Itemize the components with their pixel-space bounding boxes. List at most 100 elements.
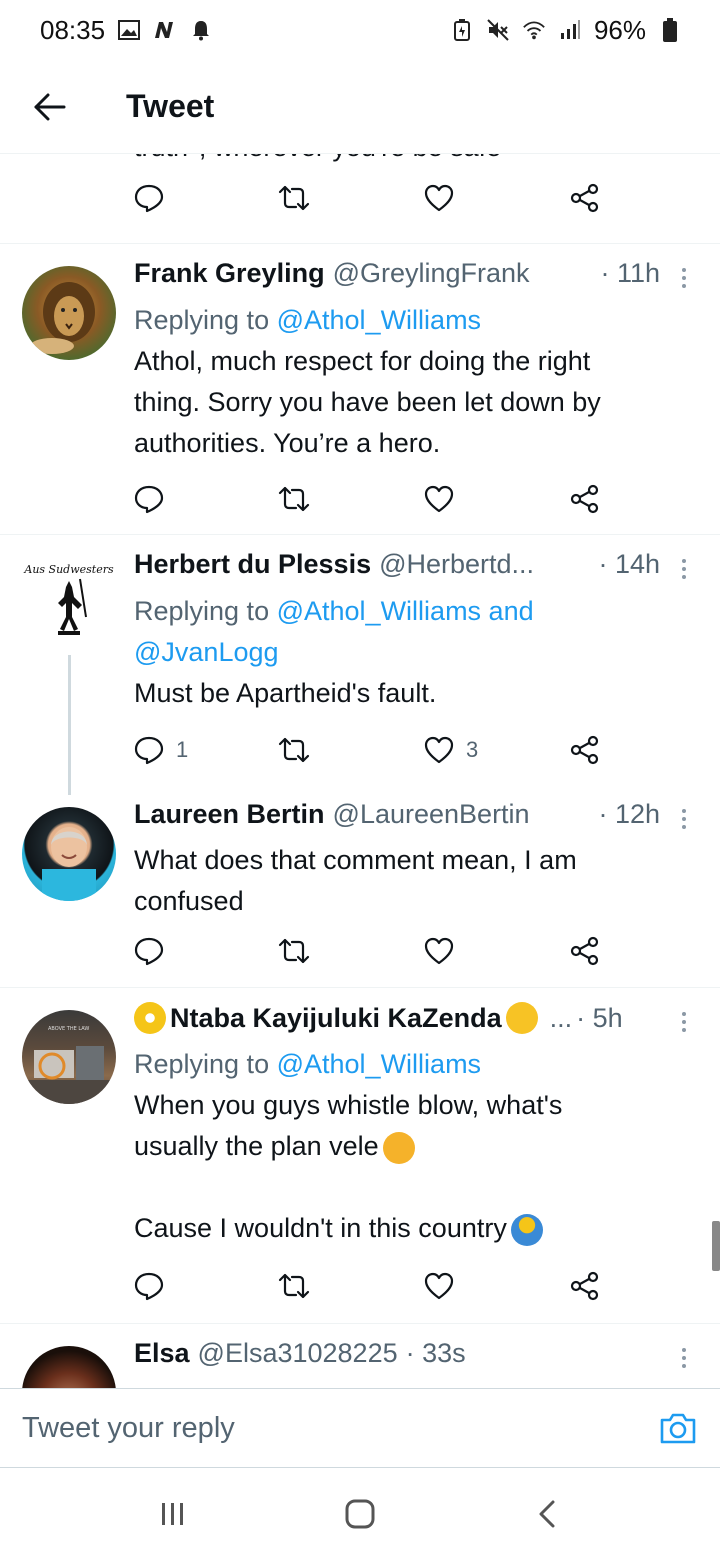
mute-icon: [486, 18, 510, 42]
reply-tweet[interactable]: Aus Sudwesters Herbert du Plessis @Herbe…: [0, 535, 720, 795]
status-bar: 08:35 96%: [0, 0, 720, 60]
tweet-text-line: Must be Apartheid's fault.: [134, 678, 437, 708]
more-options-button[interactable]: [672, 799, 696, 839]
reply-button[interactable]: [134, 1264, 164, 1308]
author-handle[interactable]: @Herbertd...: [379, 549, 534, 580]
status-right: 96%: [450, 15, 682, 46]
partial-tweet[interactable]: truth , wherever you're be safe: [0, 154, 720, 244]
tweet-text-line-with-emoji: usually the plan vele: [134, 1126, 680, 1167]
mention-link[interactable]: @JvanLogg: [134, 637, 279, 667]
heart-icon: [424, 1272, 454, 1300]
retweet-icon: [278, 938, 310, 964]
retweet-button[interactable]: [278, 728, 310, 772]
tweet-text-line-with-emoji: Cause I wouldn't in this country: [134, 1208, 680, 1249]
reply-tweet[interactable]: Frank Greyling @GreylingFrank · 11h Repl…: [0, 244, 720, 535]
share-button[interactable]: [570, 477, 600, 521]
more-options-button[interactable]: [672, 549, 696, 589]
more-options-button[interactable]: [672, 1338, 696, 1378]
camera-button[interactable]: [658, 1408, 698, 1448]
tweet-time[interactable]: · 11h: [600, 258, 660, 289]
reply-composer: [0, 1388, 720, 1468]
more-options-button[interactable]: [672, 258, 696, 298]
gallery-notification-icon: [117, 18, 141, 42]
scrollbar-thumb[interactable]: [712, 1221, 720, 1271]
reply-tweet[interactable]: Elsa @Elsa31028225 · 33s: [0, 1324, 720, 1388]
replying-to: Replying to @Athol_Williams: [134, 300, 680, 341]
like-button[interactable]: [424, 1264, 454, 1308]
share-button[interactable]: [570, 176, 600, 220]
mention-link[interactable]: @Athol_Williams: [277, 1049, 481, 1079]
arrow-left-icon: [34, 93, 66, 120]
avatar[interactable]: [22, 266, 116, 360]
retweet-icon: [278, 486, 310, 512]
heart-icon: [424, 184, 454, 212]
home-button[interactable]: [330, 1484, 390, 1544]
like-button[interactable]: 3: [424, 728, 478, 772]
retweet-button[interactable]: [278, 477, 310, 521]
author-name[interactable]: Laureen Bertin: [134, 799, 325, 830]
author-handle[interactable]: @LaureenBertin: [333, 799, 530, 830]
share-icon: [570, 1271, 599, 1301]
author-name[interactable]: Elsa: [134, 1338, 190, 1369]
tweet-time[interactable]: · 33s: [406, 1338, 466, 1369]
reply-feed[interactable]: truth , wherever you're be safe Frank Gr…: [0, 154, 720, 1388]
avatar[interactable]: [22, 807, 116, 901]
replying-to-label: Replying to: [134, 305, 270, 335]
tweet-header: Frank Greyling @GreylingFrank · 11h: [134, 258, 660, 289]
retweet-button[interactable]: [278, 176, 310, 220]
comment-icon: [134, 485, 164, 514]
heart-icon: [424, 485, 454, 513]
avatar[interactable]: ABOVE THE LAW: [22, 1010, 116, 1104]
bell-notification-icon: [189, 18, 213, 42]
tweet-time[interactable]: · 5h: [576, 1003, 623, 1034]
reply-button[interactable]: [134, 176, 164, 220]
avatar[interactable]: Aus Sudwesters: [22, 557, 116, 651]
share-icon: [570, 735, 599, 765]
tweet-time[interactable]: · 14h: [598, 549, 660, 580]
like-button[interactable]: [424, 176, 454, 220]
reply-tweet[interactable]: ABOVE THE LAW Ntaba Kayijuluki KaZenda .…: [0, 988, 720, 1324]
reply-button[interactable]: 1: [134, 728, 188, 772]
author-name[interactable]: Ntaba Kayijuluki KaZenda: [170, 1003, 502, 1034]
author-handle[interactable]: ...: [550, 1003, 573, 1034]
more-options-button[interactable]: [672, 1002, 696, 1042]
reply-tweet[interactable]: Laureen Bertin @LaureenBertin · 12h What…: [0, 785, 720, 988]
battery-icon: [658, 18, 682, 42]
reply-button[interactable]: [134, 477, 164, 521]
avatar[interactable]: [22, 1346, 116, 1388]
share-button[interactable]: [570, 929, 600, 973]
retweet-button[interactable]: [278, 929, 310, 973]
author-handle[interactable]: @Elsa31028225: [198, 1338, 398, 1369]
author-name[interactable]: Herbert du Plessis: [134, 549, 371, 580]
retweet-button[interactable]: [278, 1264, 310, 1308]
tweet-text-line: Athol, much respect for doing the right: [134, 346, 591, 376]
author-handle[interactable]: @GreylingFrank: [333, 258, 530, 289]
signal-icon: [558, 18, 582, 42]
like-button[interactable]: [424, 929, 454, 973]
share-icon: [570, 936, 599, 966]
tweet-header: Elsa @Elsa31028225 · 33s: [134, 1338, 660, 1369]
mention-link[interactable]: @Athol_Williams: [277, 305, 481, 335]
tweet-text: What does that comment mean, I am confus…: [134, 840, 680, 922]
tweet-actions: [134, 477, 614, 521]
battery-saver-icon: [450, 18, 474, 42]
share-icon: [570, 484, 599, 514]
replying-to-label: Replying to: [134, 1049, 270, 1079]
author-name[interactable]: Frank Greyling: [134, 258, 325, 289]
tweet-text: Athol, much respect for doing the right …: [134, 341, 680, 464]
back-button[interactable]: [20, 77, 80, 137]
tweet-reply-input[interactable]: [22, 1411, 658, 1445]
tweet-actions: [134, 929, 614, 973]
share-button[interactable]: [570, 1264, 600, 1308]
like-button[interactable]: [424, 477, 454, 521]
system-back-button[interactable]: [517, 1484, 577, 1544]
tweet-text-line: When you guys whistle blow, what's: [134, 1090, 563, 1120]
mention-link[interactable]: @Athol_Williams and: [277, 596, 534, 626]
share-button[interactable]: [570, 728, 600, 772]
tweet-time[interactable]: · 12h: [598, 799, 660, 830]
recent-apps-button[interactable]: [143, 1484, 203, 1544]
replying-to: Replying to @Athol_Williams: [134, 1044, 680, 1085]
tweet-text-line: thing. Sorry you have been let down by: [134, 387, 601, 417]
reply-button[interactable]: [134, 929, 164, 973]
tweet-text-line: What does that comment mean, I am: [134, 845, 577, 875]
